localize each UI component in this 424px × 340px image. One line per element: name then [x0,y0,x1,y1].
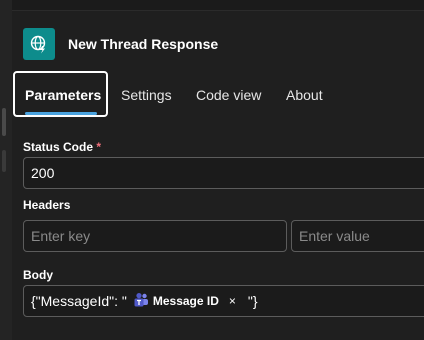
message-id-token[interactable]: Message ID × [133,292,242,311]
status-code-label: Status Code * [23,140,101,154]
panel-top-bar [12,0,424,11]
message-id-token-label: Message ID [152,294,219,308]
page-title: New Thread Response [68,36,219,52]
remove-token-icon[interactable]: × [229,294,236,308]
tab-parameters[interactable]: Parameters [25,87,101,103]
header-value-placeholder: Enter value [299,228,370,244]
body-suffix-text: "} [247,293,258,309]
globe-lightning-icon [23,28,55,60]
status-code-label-text: Status Code [23,140,94,154]
header-key-placeholder: Enter key [31,228,91,244]
body-label: Body [23,268,53,282]
scroll-marker [2,108,6,136]
teams-icon [133,292,149,311]
body-prefix-text: {"MessageId": " [31,293,127,309]
status-code-field[interactable]: 200 [23,157,424,189]
required-marker: * [96,140,102,154]
tab-about[interactable]: About [286,87,323,103]
tab-settings[interactable]: Settings [121,87,172,103]
left-edge-strip [0,0,12,340]
body-editor[interactable]: {"MessageId": " Message ID × "} [23,285,424,317]
headers-label: Headers [23,198,71,212]
active-tab-indicator [25,112,97,115]
scroll-marker [2,150,6,172]
tab-code-view[interactable]: Code view [196,87,261,103]
header-key-input[interactable]: Enter key [23,220,287,252]
header-value-input[interactable]: Enter value [291,220,424,252]
status-code-value: 200 [31,165,55,181]
